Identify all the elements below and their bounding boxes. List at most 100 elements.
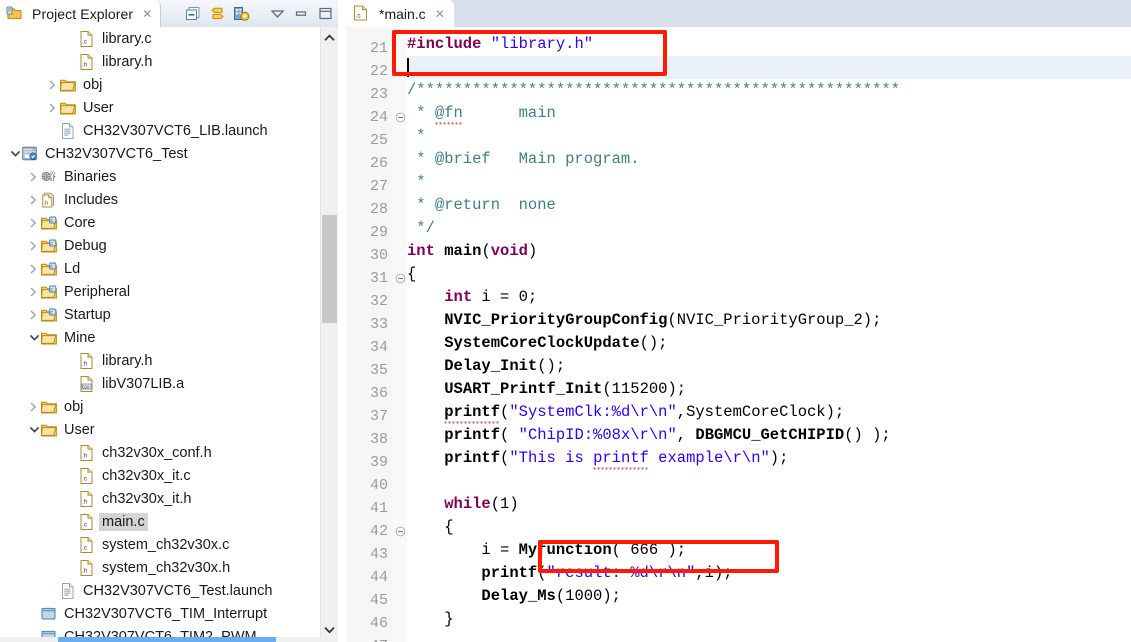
code-line[interactable]: } — [407, 608, 453, 631]
twisty-right-icon[interactable] — [27, 395, 40, 418]
tree-item-label: library.c — [102, 30, 152, 47]
project-tree[interactable]: .c library.c .h library.h obj User CH32V307VCT… — [0, 27, 321, 642]
twisty-down-icon[interactable] — [27, 418, 40, 441]
project-explorer-title: Project Explorer — [32, 5, 134, 22]
tab-project-explorer[interactable]: Project Explorer ✕ — [0, 0, 162, 27]
maximize-icon[interactable] — [317, 5, 334, 22]
svg-text:.h: .h — [82, 567, 88, 574]
code-line[interactable]: * @fn main — [407, 102, 556, 125]
twisty-right-icon[interactable] — [27, 303, 40, 326]
tree-item-binaries[interactable]: 10 01 Binaries — [0, 165, 321, 188]
code-line[interactable]: while(1) — [407, 493, 518, 516]
line-number: 44 — [369, 569, 388, 586]
code-text-area[interactable]: */ #include "library.h" /****************… — [407, 27, 1131, 642]
code-line[interactable]: { — [407, 263, 416, 286]
twisty-down-icon[interactable] — [8, 142, 21, 165]
tree-item-obj[interactable]: obj — [0, 73, 321, 96]
code-line[interactable]: */ — [407, 217, 435, 240]
tree-item-label: User — [83, 99, 114, 116]
tree-item-startup[interactable]: c Startup — [0, 303, 321, 326]
tree-item-ld[interactable]: c Ld — [0, 257, 321, 280]
twisty-right-icon[interactable] — [27, 211, 40, 234]
tree-item-ch32v307vct6-tim-interrupt[interactable]: CH32V307VCT6_TIM_Interrupt — [0, 602, 321, 625]
code-line[interactable]: Delay_Ms(1000); — [407, 585, 621, 608]
code-line[interactable]: SystemCoreClockUpdate(); — [407, 332, 667, 355]
code-line[interactable]: USART_Printf_Init(115200); — [407, 378, 686, 401]
tree-item-peripheral[interactable]: c Peripheral — [0, 280, 321, 303]
code-line[interactable]: * — [407, 125, 425, 148]
tree-item-ch32v30x-conf-h[interactable]: .h ch32v30x_conf.h — [0, 441, 321, 464]
tree-item-user[interactable]: User — [0, 418, 321, 441]
code-line[interactable]: printf("result: %d\r\n",i); — [407, 562, 732, 585]
fold-marker-icon[interactable] — [395, 106, 406, 129]
code-line[interactable]: * @brief Main program. — [407, 148, 639, 171]
line-number: 38 — [369, 431, 388, 448]
twisty-right-icon[interactable] — [27, 165, 40, 188]
tree-item-user[interactable]: User — [0, 96, 321, 119]
collapse-all-icon[interactable] — [185, 5, 202, 22]
code-line[interactable]: /***************************************… — [407, 79, 900, 102]
twisty-right-icon[interactable] — [46, 96, 59, 119]
twisty-placeholder — [65, 27, 78, 50]
twisty-right-icon[interactable] — [27, 280, 40, 303]
tree-item-includes[interactable]: .h Includes — [0, 188, 321, 211]
hscroll-thumb[interactable] — [58, 637, 276, 642]
tree-item-core[interactable]: c Core — [0, 211, 321, 234]
link-with-editor-icon[interactable] — [209, 5, 226, 22]
code-line[interactable]: printf("SystemClk:%d\r\n",SystemCoreCloc… — [407, 401, 844, 424]
code-line[interactable] — [407, 470, 416, 493]
twisty-placeholder — [46, 579, 59, 602]
line-number: 43 — [369, 546, 388, 563]
tree-item-library-h[interactable]: .h library.h — [0, 50, 321, 73]
fold-marker-icon[interactable] — [395, 267, 406, 290]
project-tree-vertical-scrollbar[interactable] — [320, 27, 338, 642]
tree-item-ch32v307vct6-lib-launch[interactable]: CH32V307VCT6_LIB.launch — [0, 119, 321, 142]
code-line[interactable]: printf( "ChipID:%08x\r\n", DBGMCU_GetCHI… — [407, 424, 891, 447]
close-icon[interactable]: ✕ — [435, 8, 445, 20]
code-line[interactable]: i = Myfunction( 666 ); — [407, 539, 686, 562]
tree-item-libv307lib-a[interactable]: 010 libV307LIB.a — [0, 372, 321, 395]
c-file-icon: .c — [78, 536, 96, 554]
tree-item-main-c[interactable]: .c main.c — [0, 510, 321, 533]
tree-item-ch32v30x-it-h[interactable]: .h ch32v30x_it.h — [0, 487, 321, 510]
scroll-thumb[interactable] — [322, 215, 337, 323]
scroll-up-arrow-icon[interactable] — [321, 29, 338, 46]
tree-item-library-c[interactable]: .c library.c — [0, 27, 321, 50]
code-line[interactable]: * — [407, 171, 425, 194]
code-line[interactable]: int i = 0; — [407, 286, 537, 309]
fold-marker-icon[interactable] — [395, 520, 406, 543]
tree-item-ch32v307vct6-test[interactable]: c CH32V307VCT6_Test — [0, 142, 321, 165]
twisty-right-icon[interactable] — [27, 188, 40, 211]
code-line[interactable]: int main(void) — [407, 240, 537, 263]
twisty-right-icon[interactable] — [46, 73, 59, 96]
twisty-right-icon[interactable] — [27, 257, 40, 280]
code-line[interactable]: * @return none — [407, 194, 556, 217]
line-number: 24 — [369, 109, 388, 126]
code-line[interactable]: printf("This is printf example\r\n"); — [407, 447, 788, 470]
tab-main-c[interactable]: .c *main.c ✕ — [346, 0, 454, 27]
view-splitter[interactable] — [338, 0, 346, 642]
code-line[interactable]: Delay_Init(); — [407, 355, 565, 378]
minimize-icon[interactable] — [293, 5, 310, 22]
tree-item-debug[interactable]: c Debug — [0, 234, 321, 257]
tree-item-library-h[interactable]: .h library.h — [0, 349, 321, 372]
tree-item-system-ch32v30x-c[interactable]: .c system_ch32v30x.c — [0, 533, 321, 556]
twisty-right-icon[interactable] — [27, 234, 40, 257]
tree-item-obj[interactable]: obj — [0, 395, 321, 418]
tree-item-ch32v307vct6-test-launch[interactable]: CH32V307VCT6_Test.launch — [0, 579, 321, 602]
tree-item-system-ch32v30x-h[interactable]: .h system_ch32v30x.h — [0, 556, 321, 579]
view-menu-icon[interactable] — [233, 5, 250, 22]
tree-item-ch32v30x-it-c[interactable]: .c ch32v30x_it.c — [0, 464, 321, 487]
tree-item-label: libV307LIB.a — [102, 375, 185, 392]
code-line[interactable]: #include "library.h" — [407, 33, 593, 56]
code-line[interactable]: NVIC_PriorityGroupConfig(NVIC_PriorityGr… — [407, 309, 881, 332]
twisty-down-icon[interactable] — [27, 326, 40, 349]
close-icon[interactable]: ✕ — [142, 8, 152, 20]
h-file-icon: .h — [78, 490, 96, 508]
code-line[interactable]: { — [407, 516, 453, 539]
twisty-placeholder — [65, 441, 78, 464]
tree-item-mine[interactable]: Mine — [0, 326, 321, 349]
project-tree-horizontal-scrollbar[interactable] — [0, 637, 321, 642]
view-menu-chevron-icon[interactable] — [269, 5, 286, 22]
scroll-down-arrow-icon[interactable] — [321, 621, 338, 638]
